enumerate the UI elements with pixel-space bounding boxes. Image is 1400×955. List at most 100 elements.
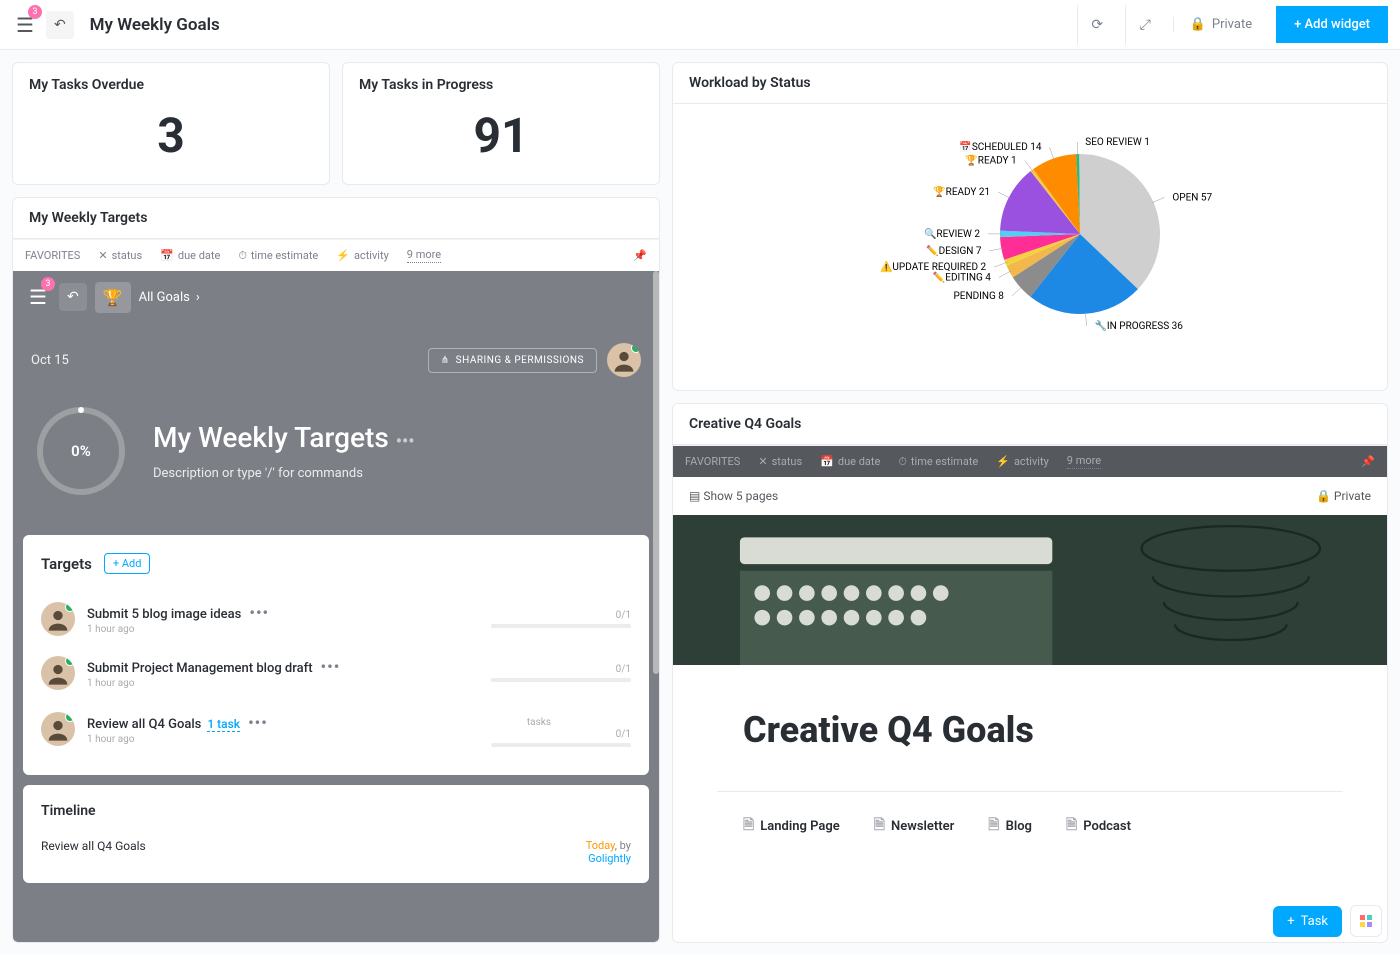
target-row[interactable]: Submit 5 blog image ideas••• 1 hour ago 0/… — [41, 592, 631, 646]
pie-label: 🔧IN PROGRESS 36 — [1094, 319, 1183, 332]
doc-title[interactable]: Creative Q4 Goals — [673, 665, 1387, 771]
doc-link[interactable]: 🗎Newsletter — [874, 814, 955, 838]
doc-link[interactable]: 🗎Blog — [988, 814, 1032, 838]
app-header: ☰3 ↶ My Weekly Goals ⟳ ⤢ 🔒Private + Add … — [0, 0, 1400, 50]
document-icon: 🗎 — [743, 814, 754, 838]
privacy-button[interactable]: 🔒Private — [1173, 17, 1268, 32]
pin-icon[interactable]: 📌 — [1361, 455, 1375, 468]
timeline-card: Timeline Review all Q4 Goals Today, byGo… — [23, 785, 649, 883]
page-title: My Weekly Goals — [90, 15, 220, 35]
target-progress: 0/1 — [491, 729, 631, 740]
doc-link[interactable]: 🗎Podcast — [1066, 814, 1131, 838]
timeline-item[interactable]: Review all Q4 Goals — [41, 839, 146, 865]
goal-title: My Weekly Targets ••• — [153, 421, 415, 454]
stat-title: My Tasks in Progress — [359, 77, 643, 93]
col-activity[interactable]: ⚡activity — [336, 249, 389, 262]
stat-overdue[interactable]: My Tasks Overdue 3 — [12, 62, 330, 185]
more-icon[interactable]: ••• — [249, 603, 269, 622]
goal-date: Oct 15 — [31, 353, 69, 368]
targets-list: Targets + Add Submit 5 blog image ideas•… — [23, 535, 649, 775]
widget-toolbar: FAVORITES ✕status 📅due date ⏱time estima… — [673, 445, 1387, 477]
card-title: Creative Q4 Goals — [673, 404, 1387, 445]
stat-inprogress[interactable]: My Tasks in Progress 91 — [342, 62, 660, 185]
col-status[interactable]: ✕status — [758, 455, 802, 468]
target-timestamp: 1 hour ago — [87, 678, 340, 689]
new-task-button[interactable]: +Task — [1273, 906, 1342, 937]
weekly-targets-card: My Weekly Targets FAVORITES ✕status 📅due… — [12, 197, 660, 943]
timeline-meta: Today, byGolightly — [586, 839, 631, 865]
workload-card: Workload by Status SEO REVIEW 1OPEN 57🔧I… — [672, 62, 1388, 391]
col-due[interactable]: 📅due date — [820, 455, 880, 468]
more-icon[interactable]: ••• — [248, 713, 268, 732]
pie-label: OPEN 57 — [1172, 192, 1212, 203]
progress-bar — [491, 678, 631, 682]
avatar — [41, 712, 75, 746]
col-more[interactable]: 9 more — [1067, 454, 1101, 469]
pie-label: ⚠️UPDATE REQUIRED 2 — [880, 260, 987, 273]
col-time[interactable]: ⏱time estimate — [898, 455, 978, 469]
target-name: Submit 5 blog image ideas••• — [87, 603, 269, 622]
all-goals-breadcrumb[interactable]: All Goals› — [139, 290, 200, 305]
goal-menu-button[interactable]: ☰3 — [25, 281, 51, 313]
more-icon[interactable]: ••• — [321, 657, 341, 676]
avatar — [41, 656, 75, 690]
progress-bar — [491, 624, 631, 628]
task-link[interactable]: 1 task — [207, 717, 240, 732]
card-title: My Weekly Targets — [13, 198, 659, 239]
plus-icon: + — [1287, 914, 1294, 929]
show-pages-toggle[interactable]: ▤ Show 5 pages — [689, 489, 778, 503]
col-time[interactable]: ⏱time estimate — [238, 249, 318, 263]
pie-label: 🏆READY 1 — [965, 154, 1016, 167]
target-timestamp: 1 hour ago — [87, 624, 269, 635]
stat-value: 91 — [359, 107, 643, 164]
fullscreen-button[interactable]: ⤢ — [1125, 5, 1165, 45]
pie-chart: SEO REVIEW 1OPEN 57🔧IN PROGRESS 36PENDIN… — [750, 114, 1310, 364]
doc-link[interactable]: 🗎Landing Page — [743, 814, 840, 838]
pie-label: 🏆READY 21 — [933, 185, 990, 198]
header-badge: 3 — [28, 5, 42, 19]
goal-panel: ☰3 ↶ 🏆 All Goals› Oct 15 ⋔SHARING & PERM… — [13, 271, 659, 942]
col-due[interactable]: 📅due date — [160, 249, 220, 262]
target-progress: 0/1 — [491, 664, 631, 675]
target-progress: 0/1 — [491, 610, 631, 621]
favorites-label[interactable]: FAVORITES — [25, 249, 80, 262]
chevron-right-icon: › — [196, 290, 200, 305]
stat-title: My Tasks Overdue — [29, 77, 313, 93]
avatar — [41, 602, 75, 636]
pie-label: 🔍REVIEW 2 — [924, 227, 980, 240]
pie-label: PENDING 8 — [953, 291, 1004, 302]
col-status[interactable]: ✕status — [98, 249, 142, 262]
pie-label: ✏️DESIGN 7 — [926, 244, 982, 257]
lock-icon: 🔒 — [1190, 17, 1206, 32]
sharing-button[interactable]: ⋔SHARING & PERMISSIONS — [428, 348, 597, 373]
stat-value: 3 — [29, 107, 313, 164]
document-icon: 🗎 — [874, 814, 885, 838]
back-button[interactable]: ↶ — [46, 11, 74, 39]
add-target-button[interactable]: + Add — [104, 553, 151, 574]
trophy-button[interactable]: 🏆 — [95, 282, 131, 313]
apps-button[interactable] — [1350, 905, 1382, 937]
document-icon: 🗎 — [988, 814, 999, 838]
col-more[interactable]: 9 more — [407, 248, 441, 263]
avatar[interactable] — [607, 343, 641, 377]
refresh-button[interactable]: ⟳ — [1077, 5, 1117, 45]
privacy-label: 🔒 Private — [1316, 489, 1371, 503]
widget-toolbar: FAVORITES ✕status 📅due date ⏱time estima… — [13, 239, 659, 271]
target-name: Submit Project Management blog draft••• — [87, 657, 340, 676]
pin-icon[interactable]: 📌 — [633, 249, 647, 262]
banner-image — [673, 515, 1387, 665]
goal-description[interactable]: Description or type '/' for commands — [153, 466, 415, 481]
progress-bar — [491, 743, 631, 747]
target-row[interactable]: Review all Q4 Goals1 task•••1 hour agota… — [41, 700, 631, 757]
goal-back-button[interactable]: ↶ — [59, 283, 87, 311]
card-title: Workload by Status — [673, 63, 1387, 104]
col-activity[interactable]: ⚡activity — [996, 455, 1049, 468]
add-widget-button[interactable]: + Add widget — [1276, 6, 1388, 43]
menu-button[interactable]: ☰3 — [12, 9, 38, 41]
pie-label: 📅SCHEDULED 14 — [959, 140, 1041, 153]
targets-title: Targets — [41, 555, 92, 573]
target-row[interactable]: Submit Project Management blog draft••• 1… — [41, 646, 631, 700]
scrollbar[interactable] — [653, 271, 659, 674]
favorites-label[interactable]: FAVORITES — [685, 455, 740, 468]
target-name: Review all Q4 Goals1 task••• — [87, 713, 268, 732]
